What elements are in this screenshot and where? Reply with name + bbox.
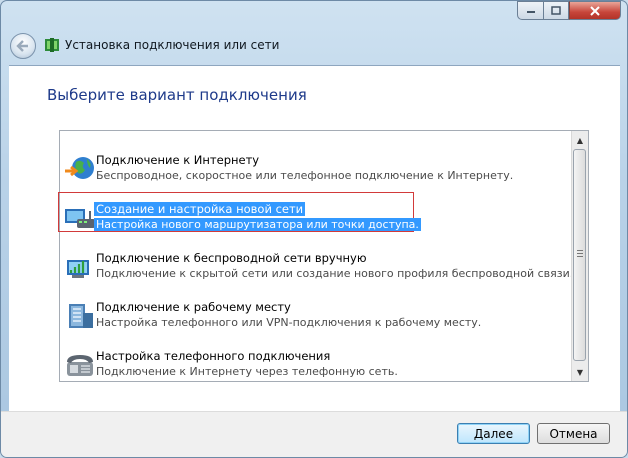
option-title: Подключение к беспроводной сети вручную [96,251,367,265]
next-button[interactable]: Далее [457,423,530,444]
back-button[interactable] [10,33,36,59]
minimize-button[interactable] [517,1,543,20]
back-arrow-icon [16,40,28,52]
maximize-icon [551,6,561,15]
close-icon [590,5,600,16]
window-controls [517,1,621,22]
option-description: Подключение к скрытой сети или создание … [96,267,574,280]
window-title: Установка подключения или сети [65,38,280,52]
option-description: Настройка телефонного или VPN-подключени… [96,316,482,329]
connection-options-list[interactable]: Подключение к Интернету Беспроводное, ск… [58,130,589,382]
option-dialup[interactable]: Настройка телефонного подключения Подклю… [60,342,570,388]
option-description: Настройка нового маршрутизатора или точк… [94,218,421,231]
close-button[interactable] [569,1,621,20]
button-bar: Далее Отмена [1,411,627,457]
page-heading: Выберите вариант подключения [47,86,307,104]
option-title: Подключение к рабочему месту [96,300,291,314]
scroll-down-icon[interactable]: ▼ [572,364,588,380]
dialup-phone-icon [67,355,93,376]
scroll-up-icon[interactable]: ▲ [572,132,588,148]
cancel-button[interactable]: Отмена [537,423,610,444]
minimize-icon [526,10,535,13]
vertical-scrollbar[interactable]: ▲ ▼ [571,131,588,381]
option-title: Настройка телефонного подключения [96,349,331,363]
option-title: Создание и настройка новой сети [94,202,306,216]
option-description: Подключение к Интернету через телефонную… [96,365,398,378]
option-wireless-manual[interactable]: Подключение к беспроводной сети вручную … [60,244,574,290]
option-title: Подключение к Интернету [96,153,260,167]
option-new-network[interactable]: Создание и настройка новой сети Настройк… [58,192,570,241]
wizard-window: Установка подключения или сети Выберите … [0,0,628,458]
option-workplace[interactable]: Подключение к рабочему месту Настройка т… [60,293,570,339]
grip-icon [577,250,583,258]
title-bar: Установка подключения или сети [1,1,627,65]
globe-network-icon [65,157,94,179]
option-internet[interactable]: Подключение к Интернету Беспроводное, ск… [60,146,570,192]
option-description: Беспроводное, скоростное или телефонное … [96,169,514,182]
workplace-vpn-icon [69,304,93,328]
maximize-button[interactable] [543,1,569,20]
network-setup-icon [45,38,59,52]
wizard-content: Выберите вариант подключения Подключение… [9,65,620,412]
scroll-thumb[interactable] [573,149,586,361]
wireless-network-icon [67,260,89,278]
